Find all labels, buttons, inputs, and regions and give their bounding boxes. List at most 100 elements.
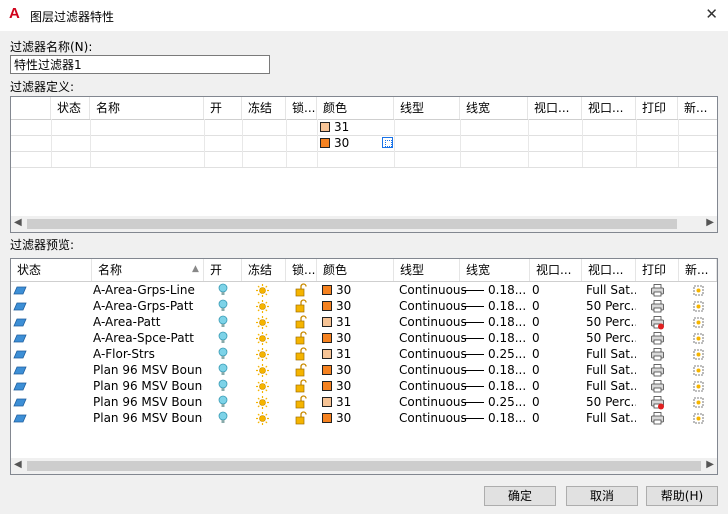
filter-preview-grid[interactable]: ◀ ▶ 状态 名称开冻结 锁... 颜色 线型 线宽 视口... 视口... 打印 新... ▲ A-… [10, 258, 718, 475]
color-swatch[interactable] [322, 285, 332, 295]
layer-name[interactable]: Plan 96 MSV Bound... [93, 379, 203, 393]
color-swatch[interactable] [322, 317, 332, 327]
layer-name[interactable]: A-Flor-Strs [93, 347, 203, 361]
layer-status-icon[interactable] [13, 382, 27, 391]
layer-color-value[interactable]: 30 [336, 331, 351, 345]
layer-status-icon[interactable] [13, 286, 27, 295]
layer-viewport-value[interactable]: 0 [532, 411, 540, 425]
sun-thaw-icon[interactable] [256, 348, 269, 361]
preview-col-viewport-2-header[interactable]: 视口... [582, 259, 636, 281]
layer-linetype[interactable]: Continuous [399, 315, 467, 329]
unlock-icon[interactable] [295, 379, 307, 393]
layer-status-icon[interactable] [13, 398, 27, 407]
definition-col-lock-header[interactable]: 锁... [286, 97, 317, 119]
color-swatch[interactable] [322, 397, 332, 407]
layer-viewport-transparency[interactable]: Full Sat... [586, 347, 636, 361]
cancel-button[interactable]: 取消 [566, 486, 638, 506]
new-viewport-freeze-icon[interactable] [692, 300, 705, 313]
scroll-right-icon[interactable]: ▶ [706, 217, 714, 228]
definition-col-linetype-header[interactable]: 线型 [394, 97, 460, 119]
layer-viewport-value[interactable]: 0 [532, 395, 540, 409]
layer-name[interactable]: A-Area-Patt [93, 315, 203, 329]
printer-icon[interactable] [651, 412, 665, 426]
layer-viewport-value[interactable]: 0 [532, 299, 540, 313]
layer-status-icon[interactable] [13, 334, 27, 343]
lightbulb-on-icon[interactable] [218, 363, 228, 377]
unlock-icon[interactable] [295, 395, 307, 409]
scroll-thumb[interactable] [27, 219, 677, 229]
layer-viewport-transparency[interactable]: 50 Perc... [586, 299, 636, 313]
layer-viewport-transparency[interactable]: 50 Perc... [586, 315, 636, 329]
definition-color-value[interactable]: 31 [334, 120, 349, 134]
unlock-icon[interactable] [295, 283, 307, 297]
layer-linetype[interactable]: Continuous [399, 347, 467, 361]
layer-color-value[interactable]: 30 [336, 299, 351, 313]
color-swatch[interactable] [322, 381, 332, 391]
definition-col-freeze-header[interactable]: 冻结 [242, 97, 286, 119]
preview-col-lock-header[interactable]: 锁... [286, 259, 317, 281]
layer-lineweight[interactable]: 0.18... [488, 331, 526, 345]
color-swatch[interactable] [322, 365, 332, 375]
scroll-left-icon[interactable]: ◀ [14, 459, 22, 470]
lightbulb-on-icon[interactable] [218, 379, 228, 393]
new-viewport-freeze-icon[interactable] [692, 396, 705, 409]
definition-col-viewport-1-header[interactable]: 视口... [528, 97, 582, 119]
preview-horizontal-scrollbar[interactable]: ◀ ▶ [11, 458, 717, 474]
sun-thaw-icon[interactable] [256, 332, 269, 345]
ok-button[interactable]: 确定 [484, 486, 556, 506]
unlock-icon[interactable] [295, 363, 307, 377]
preview-col-color-header[interactable]: 颜色 [317, 259, 394, 281]
plot-disabled-icon[interactable] [651, 316, 665, 330]
layer-viewport-transparency[interactable]: Full Sat... [586, 411, 636, 425]
help-button[interactable]: 帮助(H) [646, 486, 718, 506]
lightbulb-on-icon[interactable] [218, 395, 228, 409]
new-viewport-freeze-icon[interactable] [692, 364, 705, 377]
layer-status-icon[interactable] [13, 350, 27, 359]
new-viewport-freeze-icon[interactable] [692, 316, 705, 329]
sun-thaw-icon[interactable] [256, 412, 269, 425]
definition-color-value[interactable]: 30 [334, 136, 349, 150]
layer-color-value[interactable]: 30 [336, 411, 351, 425]
layer-color-value[interactable]: 30 [336, 379, 351, 393]
printer-icon[interactable] [651, 380, 665, 394]
unlock-icon[interactable] [295, 331, 307, 345]
layer-linetype[interactable]: Continuous [399, 363, 467, 377]
close-icon[interactable]: ✕ [705, 6, 718, 22]
scroll-thumb[interactable] [27, 461, 701, 471]
layer-status-icon[interactable] [13, 414, 27, 423]
color-picker-button[interactable] [382, 137, 393, 148]
layer-viewport-value[interactable]: 0 [532, 347, 540, 361]
layer-linetype[interactable]: Continuous [399, 411, 467, 425]
layer-lineweight[interactable]: 0.18... [488, 283, 526, 297]
scroll-left-icon[interactable]: ◀ [14, 217, 22, 228]
layer-lineweight[interactable]: 0.25... [488, 395, 526, 409]
layer-name[interactable]: A-Area-Grps-Line [93, 283, 203, 297]
unlock-icon[interactable] [295, 299, 307, 313]
layer-viewport-transparency[interactable]: Full Sat... [586, 283, 636, 297]
preview-col-new-header[interactable]: 新... [679, 259, 717, 281]
layer-name[interactable]: A-Area-Spce-Patt [93, 331, 203, 345]
preview-col-plot-header[interactable]: 打印 [636, 259, 679, 281]
lightbulb-on-icon[interactable] [218, 411, 228, 425]
preview-col-freeze-header[interactable]: 冻结 [242, 259, 286, 281]
unlock-icon[interactable] [295, 347, 307, 361]
sun-thaw-icon[interactable] [256, 316, 269, 329]
sun-thaw-icon[interactable] [256, 300, 269, 313]
layer-color-value[interactable]: 31 [336, 315, 351, 329]
definition-horizontal-scrollbar[interactable]: ◀ ▶ [11, 216, 717, 232]
lightbulb-on-icon[interactable] [218, 299, 228, 313]
layer-viewport-transparency[interactable]: Full Sat... [586, 379, 636, 393]
new-viewport-freeze-icon[interactable] [692, 348, 705, 361]
layer-viewport-value[interactable]: 0 [532, 363, 540, 377]
new-viewport-freeze-icon[interactable] [692, 332, 705, 345]
sun-thaw-icon[interactable] [256, 396, 269, 409]
lightbulb-on-icon[interactable] [218, 331, 228, 345]
layer-color-value[interactable]: 30 [336, 363, 351, 377]
layer-viewport-transparency[interactable]: 50 Perc... [586, 395, 636, 409]
layer-viewport-value[interactable]: 0 [532, 283, 540, 297]
layer-color-value[interactable]: 31 [336, 347, 351, 361]
layer-viewport-transparency[interactable]: 50 Perc... [586, 331, 636, 345]
unlock-icon[interactable] [295, 411, 307, 425]
layer-name[interactable]: Plan 96 MSV Bound... [93, 411, 203, 425]
layer-status-icon[interactable] [13, 318, 27, 327]
